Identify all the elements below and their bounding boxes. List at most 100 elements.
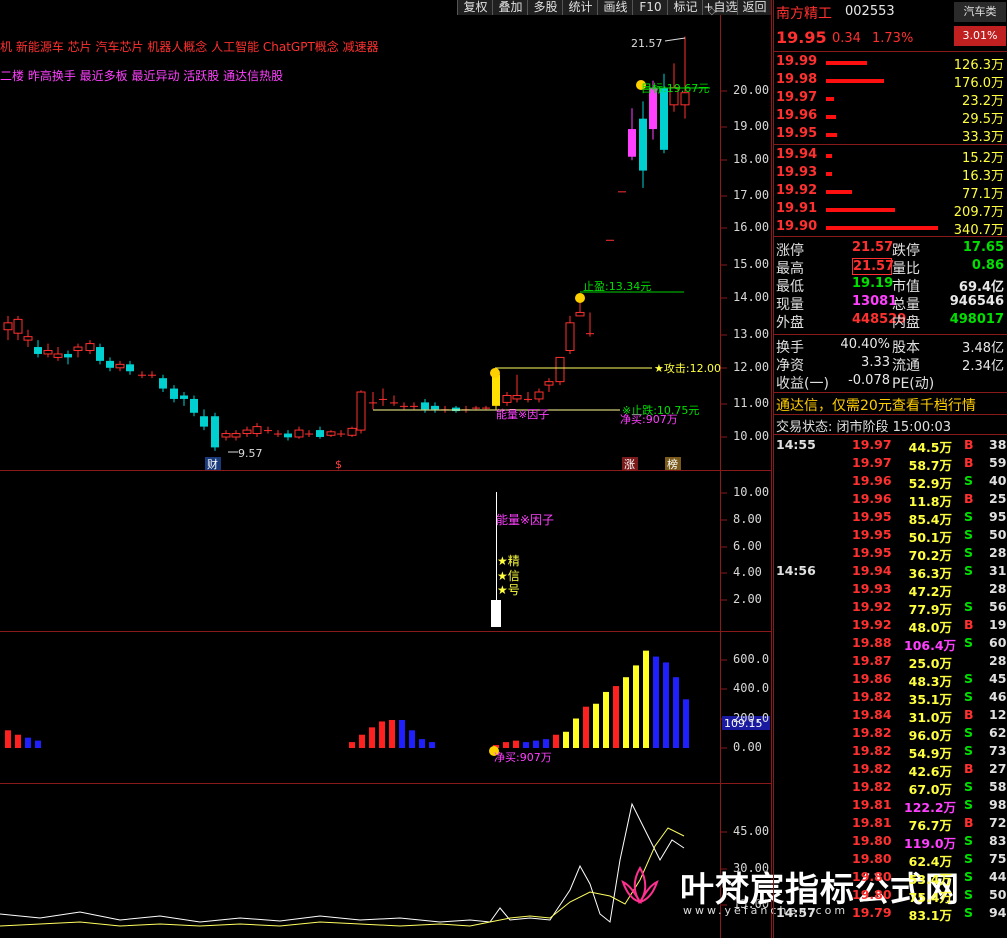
tick-side: B bbox=[964, 455, 974, 470]
candle bbox=[379, 398, 387, 400]
stat-row: 涨停 21.57 跌停 17.65 bbox=[774, 240, 1007, 259]
tick-row: 19.82 35.1万 S 46 bbox=[774, 689, 1007, 707]
stat-row: 净资 3.33 流通 2.34亿 bbox=[774, 355, 1007, 374]
dollar-mark[interactable]: $ bbox=[335, 458, 342, 471]
order-volume: 23.2万 bbox=[962, 94, 1004, 109]
stat-label: 股本 bbox=[892, 340, 920, 356]
tick-price: 19.93 bbox=[852, 581, 892, 596]
candle bbox=[452, 407, 460, 412]
order-depth-bar bbox=[826, 97, 834, 101]
tick-side: S bbox=[964, 527, 974, 542]
y-axis-tick: 11.00 bbox=[733, 396, 770, 410]
stat-label: 最高 bbox=[776, 261, 804, 277]
volume-bar bbox=[633, 665, 639, 748]
tick-row: 19.95 50.1万 S 50 bbox=[774, 527, 1007, 545]
upgrade-notice[interactable]: 通达信，仅需20元查看千档行情 bbox=[776, 395, 976, 415]
stat-value: 19.19 bbox=[852, 276, 894, 291]
volume-bar bbox=[25, 737, 31, 748]
y-axis-tick: 20.00 bbox=[733, 83, 770, 97]
y-axis-tick: 18.00 bbox=[733, 152, 770, 166]
tick-price: 19.94 bbox=[852, 563, 892, 578]
volume-bar bbox=[683, 699, 689, 748]
candle bbox=[390, 402, 398, 404]
limit-up-text: 涨 bbox=[624, 458, 635, 471]
tick-count: 59 bbox=[989, 455, 1007, 470]
tick-volume: 85.4万 bbox=[908, 512, 952, 527]
tick-price: 19.95 bbox=[852, 509, 892, 524]
tick-price: 19.82 bbox=[852, 779, 892, 794]
stock-name[interactable]: 南方精工 bbox=[776, 3, 832, 23]
volume-axis-tick: 400.0 bbox=[733, 681, 770, 695]
y-axis-tick: 12.00 bbox=[733, 360, 770, 374]
tick-price: 19.82 bbox=[852, 689, 892, 704]
order-depth-bar bbox=[826, 190, 852, 194]
tick-volume: 122.2万 bbox=[904, 800, 957, 815]
tick-count: 45 bbox=[989, 671, 1007, 686]
candle bbox=[34, 347, 42, 354]
candle bbox=[502, 394, 512, 403]
stat-label: 涨停 bbox=[776, 243, 804, 259]
order-row: 19.96 29.5万 bbox=[774, 108, 1007, 127]
candle bbox=[586, 333, 594, 335]
stat-value: 69.4亿 bbox=[958, 280, 1004, 295]
y-axis-tick: 13.00 bbox=[733, 327, 770, 341]
volume-bar bbox=[603, 691, 609, 748]
tick-count: 60 bbox=[989, 635, 1007, 650]
candle bbox=[106, 360, 114, 368]
candle bbox=[565, 322, 575, 352]
high-arrow bbox=[664, 37, 686, 42]
order-depth-bar bbox=[826, 208, 895, 212]
y-axis-tick: 17.00 bbox=[733, 188, 770, 202]
stat-label: 换手 bbox=[776, 340, 804, 356]
volume-bar bbox=[399, 719, 405, 748]
candle bbox=[284, 433, 292, 438]
tick-count: 25 bbox=[989, 491, 1007, 506]
net-buy-label: 净买:907万 bbox=[620, 412, 678, 426]
tick-side: S bbox=[964, 905, 974, 920]
current-price: 19.95 bbox=[776, 28, 827, 47]
kline-chart[interactable]: 21.57 ◇ 9.57 目标:19.67元 止盈:13.34元 ★攻击:12.… bbox=[0, 0, 772, 938]
candle bbox=[400, 405, 408, 407]
tick-volume: 62.4万 bbox=[908, 854, 952, 869]
tick-row: 14:57 19.79 83.1万 S 94 bbox=[774, 905, 1007, 923]
price-change-pct: 1.73% bbox=[872, 31, 914, 46]
stat-value: 498017 bbox=[949, 312, 1004, 327]
candle bbox=[337, 433, 345, 435]
candle bbox=[606, 239, 614, 241]
order-price: 19.95 bbox=[776, 126, 818, 141]
tick-price: 19.96 bbox=[852, 473, 892, 488]
tick-volume: 25.0万 bbox=[908, 656, 952, 671]
tick-side: S bbox=[964, 869, 974, 884]
volume-bar bbox=[653, 656, 659, 748]
order-depth-bar bbox=[826, 61, 867, 65]
candle bbox=[221, 433, 231, 438]
tick-row: 19.80 62.4万 S 75 bbox=[774, 851, 1007, 869]
volume-bar bbox=[503, 742, 509, 748]
tick-row: 19.82 67.0万 S 58 bbox=[774, 779, 1007, 797]
y-axis-tick: 16.00 bbox=[733, 220, 770, 234]
volume-bar bbox=[15, 734, 21, 748]
stat-label: PE(动) bbox=[892, 376, 935, 392]
sector-button[interactable]: 汽车类 bbox=[954, 2, 1006, 22]
candle bbox=[53, 353, 63, 358]
order-row: 19.98 176.0万 bbox=[774, 72, 1007, 91]
panel3-net-buy: 净买:907万 bbox=[494, 750, 552, 764]
tick-time: 14:55 bbox=[776, 437, 816, 452]
stat-value: 17.65 bbox=[962, 240, 1004, 255]
tick-row: 19.82 42.6万 B 27 bbox=[774, 761, 1007, 779]
stock-code: 002553 bbox=[845, 4, 895, 19]
order-volume: 16.3万 bbox=[962, 169, 1004, 184]
tick-row: 19.82 96.0万 S 62 bbox=[774, 725, 1007, 743]
stat-label: 流通 bbox=[892, 358, 920, 374]
tick-row: 19.95 70.2万 S 28 bbox=[774, 545, 1007, 563]
signal-dot bbox=[575, 293, 585, 303]
candle bbox=[170, 388, 178, 399]
candle bbox=[96, 347, 104, 361]
tick-volume: 44.5万 bbox=[908, 440, 952, 455]
tick-count: 98 bbox=[989, 797, 1007, 812]
candle bbox=[305, 433, 313, 435]
volume-axis-tick: 0.00 bbox=[733, 740, 762, 754]
tick-volume: 42.6万 bbox=[908, 764, 952, 779]
tick-row: 19.92 77.9万 S 56 bbox=[774, 599, 1007, 617]
stat-value: 2.34亿 bbox=[962, 359, 1004, 374]
